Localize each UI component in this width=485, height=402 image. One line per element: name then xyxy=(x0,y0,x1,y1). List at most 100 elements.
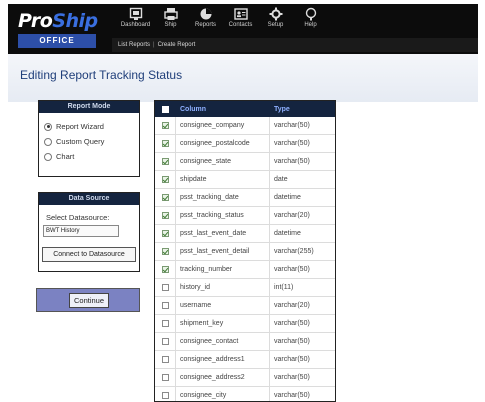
select-datasource-label: Select Datasource: xyxy=(46,213,110,222)
column-checkbox[interactable] xyxy=(161,140,169,147)
radio-button[interactable] xyxy=(44,152,52,161)
table-row[interactable]: history_id int(11) xyxy=(155,279,335,297)
select-all-checkbox[interactable] xyxy=(161,105,169,113)
table-row[interactable]: tracking_number varchar(50) xyxy=(155,261,335,279)
column-checkbox[interactable] xyxy=(161,356,169,363)
column-checkbox[interactable] xyxy=(161,212,169,219)
column-checkbox[interactable] xyxy=(161,230,169,237)
column-checkbox[interactable] xyxy=(161,158,169,165)
column-name-cell: consignee_state xyxy=(176,153,270,170)
printer-icon xyxy=(163,8,178,20)
sub-nav-create-report[interactable]: Create Report xyxy=(158,42,196,48)
sub-nav: List Reports | Create Report xyxy=(112,38,478,52)
table-row[interactable]: shipment_key varchar(50) xyxy=(155,315,335,333)
data-source-title: Data Source xyxy=(39,193,139,205)
main-nav: Dashboard Ship Reports Contacts Setup He… xyxy=(118,7,328,37)
table-row[interactable]: consignee_city varchar(50) xyxy=(155,387,335,401)
column-checkbox[interactable] xyxy=(161,176,169,183)
contact-card-icon xyxy=(233,8,248,20)
column-header: Column xyxy=(176,101,270,117)
data-source-panel: Data Source Select Datasource: BWT Histo… xyxy=(38,192,140,272)
nav-help[interactable]: Help xyxy=(293,7,328,37)
column-name-cell: psst_last_event_date xyxy=(176,225,270,242)
nav-reports[interactable]: Reports xyxy=(188,7,223,37)
pie-chart-icon xyxy=(200,8,211,20)
table-body: consignee_company varchar(50) consignee_po… xyxy=(155,117,335,401)
column-name-cell: consignee_address2 xyxy=(176,369,270,386)
connect-to-datasource-button[interactable]: Connect to Datasource xyxy=(42,247,136,262)
nav-ship[interactable]: Ship xyxy=(153,7,188,37)
table-row[interactable]: username varchar(20) xyxy=(155,297,335,315)
radio-button[interactable] xyxy=(44,137,52,146)
table-row[interactable]: psst_tracking_date datetime xyxy=(155,189,335,207)
column-checkbox[interactable] xyxy=(161,338,169,345)
table-row[interactable]: consignee_company varchar(50) xyxy=(155,117,335,135)
continue-bar: Continue xyxy=(36,288,140,312)
columns-table: Column Type consignee_company varchar(50)… xyxy=(154,100,336,402)
column-type-cell: varchar(20) xyxy=(274,302,310,309)
column-type-cell: varchar(50) xyxy=(274,266,310,273)
column-type-cell: varchar(255) xyxy=(274,248,314,255)
radio-button-selected[interactable] xyxy=(44,122,52,131)
datasource-select[interactable]: BWT History xyxy=(43,225,119,237)
table-row[interactable]: psst_last_event_detail varchar(255) xyxy=(155,243,335,261)
column-name-cell: consignee_city xyxy=(176,387,270,401)
column-name-cell: tracking_number xyxy=(176,261,270,278)
radio-chart[interactable]: Chart xyxy=(39,149,139,164)
column-name-cell: history_id xyxy=(176,279,270,296)
table-row[interactable]: psst_tracking_status varchar(20) xyxy=(155,207,335,225)
type-header: Type xyxy=(274,105,290,113)
column-checkbox[interactable] xyxy=(161,194,169,201)
column-checkbox[interactable] xyxy=(161,284,169,291)
top-header: ProShip OFFICE Dashboard Ship Reports Co… xyxy=(8,4,478,54)
nav-setup[interactable]: Setup xyxy=(258,7,293,37)
column-checkbox[interactable] xyxy=(161,374,169,381)
column-type-cell: varchar(50) xyxy=(274,374,310,381)
column-type-cell: varchar(50) xyxy=(274,158,310,165)
table-row[interactable]: consignee_contact varchar(50) xyxy=(155,333,335,351)
column-checkbox[interactable] xyxy=(161,122,169,129)
sub-nav-list-reports[interactable]: List Reports xyxy=(118,42,150,48)
column-checkbox[interactable] xyxy=(161,392,169,399)
column-type-cell: varchar(50) xyxy=(274,140,310,147)
report-mode-title: Report Mode xyxy=(39,101,139,113)
nav-dashboard[interactable]: Dashboard xyxy=(118,7,153,37)
table-row[interactable]: consignee_postalcode varchar(50) xyxy=(155,135,335,153)
column-name-cell: psst_tracking_status xyxy=(176,207,270,224)
gear-icon xyxy=(269,7,282,21)
logo-subtitle: OFFICE xyxy=(18,34,96,48)
column-type-cell: date xyxy=(274,176,288,183)
column-type-cell: varchar(50) xyxy=(274,320,310,327)
column-type-cell: varchar(50) xyxy=(274,356,310,363)
sub-nav-separator: | xyxy=(153,42,155,48)
proship-logo[interactable]: ProShip OFFICE xyxy=(14,10,110,50)
radio-report-wizard[interactable]: Report Wizard xyxy=(39,119,139,134)
column-name-cell: shipment_key xyxy=(176,315,270,332)
dashboard-icon xyxy=(129,7,142,20)
column-name-cell: psst_last_event_detail xyxy=(176,243,270,260)
column-checkbox[interactable] xyxy=(161,266,169,273)
column-name-cell: consignee_address1 xyxy=(176,351,270,368)
column-checkbox[interactable] xyxy=(161,320,169,327)
column-name-cell: psst_tracking_date xyxy=(176,189,270,206)
table-row[interactable]: consignee_state varchar(50) xyxy=(155,153,335,171)
page-title: Editing Report Tracking Status xyxy=(20,68,183,82)
table-header-row: Column Type xyxy=(155,101,335,117)
nav-contacts[interactable]: Contacts xyxy=(223,7,258,37)
logo-wordmark: ProShip xyxy=(18,10,98,32)
column-type-cell: datetime xyxy=(274,230,301,237)
table-row[interactable]: psst_last_event_date datetime xyxy=(155,225,335,243)
report-mode-panel: Report Mode Report Wizard Custom Query C… xyxy=(38,100,140,177)
column-checkbox[interactable] xyxy=(161,302,169,309)
table-row[interactable]: shipdate date xyxy=(155,171,335,189)
help-icon xyxy=(305,7,316,21)
radio-custom-query[interactable]: Custom Query xyxy=(39,134,139,149)
table-row[interactable]: consignee_address2 varchar(50) xyxy=(155,369,335,387)
column-type-cell: varchar(50) xyxy=(274,392,310,399)
continue-button[interactable]: Continue xyxy=(69,293,109,308)
column-name-cell: username xyxy=(176,297,270,314)
column-type-cell: varchar(50) xyxy=(274,338,310,345)
column-checkbox[interactable] xyxy=(161,248,169,255)
table-row[interactable]: consignee_address1 varchar(50) xyxy=(155,351,335,369)
column-name-cell: consignee_company xyxy=(176,117,270,134)
